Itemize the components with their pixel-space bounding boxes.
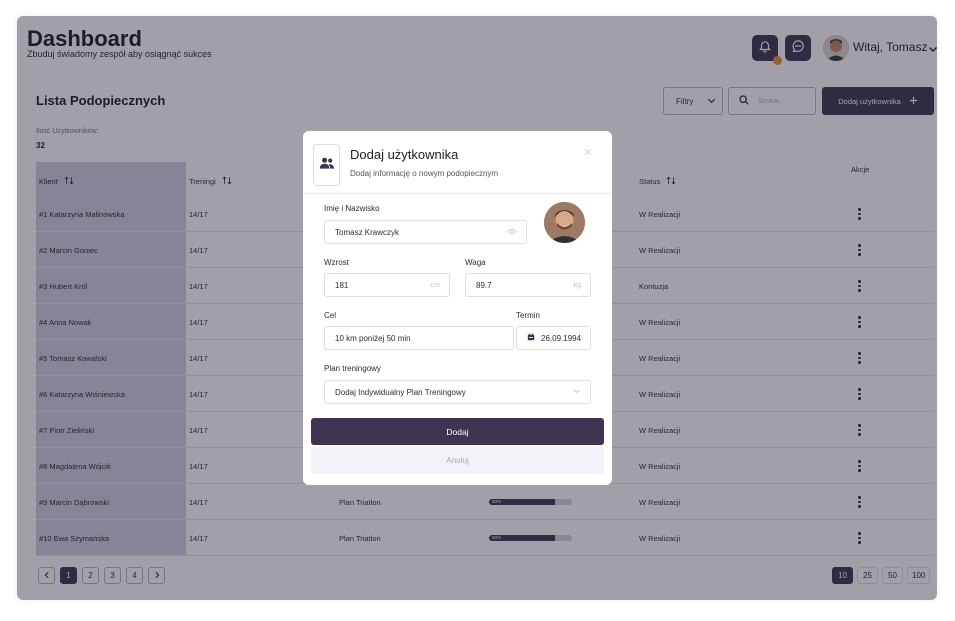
eye-icon[interactable] — [507, 228, 517, 237]
modal-icon-box — [313, 144, 340, 186]
weight-value: 89.7 — [476, 280, 492, 290]
height-value: 181 — [335, 280, 349, 290]
weight-field[interactable]: 89.7 kg — [465, 273, 591, 297]
users-icon — [319, 156, 335, 175]
height-label: Wzrost — [324, 258, 349, 267]
modal-subtitle: Dodaj informację o nowym podopiecznym — [350, 169, 499, 178]
goal-field[interactable]: 10 km poniżej 50 min — [324, 326, 514, 350]
deadline-field[interactable]: 26.09.1994 — [516, 326, 591, 350]
submit-button[interactable]: Dodaj — [311, 418, 604, 445]
plan-select[interactable]: Dodaj Indywidualny Plan Treningowy — [324, 380, 591, 404]
add-user-modal: Dodaj użytkownika Dodaj informację o now… — [303, 131, 612, 485]
calendar-icon — [527, 333, 535, 343]
height-unit: cm — [430, 281, 440, 289]
plan-value: Dodaj Indywidualny Plan Treningowy — [335, 387, 466, 397]
modal-title: Dodaj użytkownika — [350, 147, 459, 162]
height-field[interactable]: 181 cm — [324, 273, 450, 297]
deadline-label: Termin — [516, 311, 541, 320]
goal-value: 10 km poniżej 50 min — [335, 333, 411, 343]
deadline-value: 26.09.1994 — [541, 333, 582, 343]
name-field[interactable]: Tomasz Krawczyk — [324, 220, 527, 244]
name-label: Imię i Nazwisko — [324, 204, 380, 213]
chevron-down-icon — [573, 387, 581, 397]
weight-label: Waga — [465, 258, 486, 267]
cancel-button[interactable]: Anuluj — [311, 447, 604, 474]
weight-unit: kg — [573, 281, 581, 289]
close-icon[interactable]: ✕ — [583, 146, 592, 159]
goal-label: Cel — [324, 311, 337, 320]
plan-label: Plan treningowy — [324, 364, 381, 373]
modal-divider — [303, 193, 612, 194]
user-photo[interactable] — [544, 202, 585, 243]
name-value: Tomasz Krawczyk — [335, 227, 400, 237]
